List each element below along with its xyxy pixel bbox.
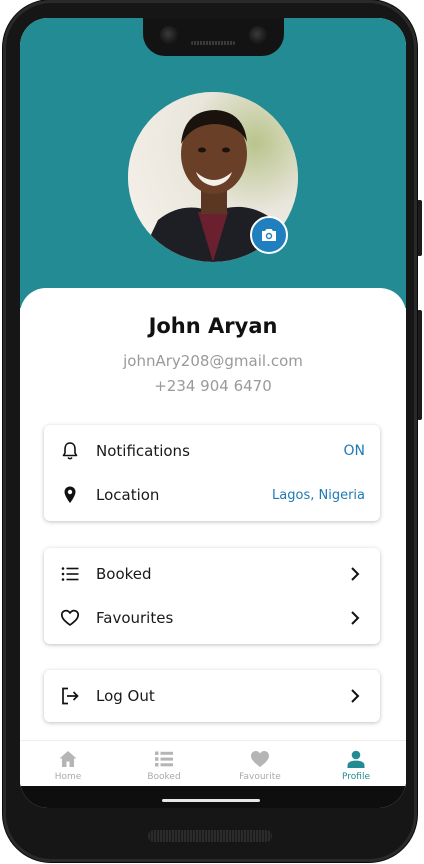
notifications-toggle-value[interactable]: ON	[344, 443, 366, 459]
nav-home[interactable]: Home	[20, 741, 116, 787]
location-row[interactable]: Location Lagos, Nigeria	[44, 473, 380, 517]
list-icon	[155, 751, 173, 767]
favourites-row[interactable]: Favourites	[44, 596, 380, 640]
chevron-right-icon	[351, 611, 360, 625]
nav-profile-label: Profile	[342, 772, 370, 782]
profile-phone: +234 904 6470	[154, 377, 272, 395]
account-card: Log Out	[44, 670, 380, 722]
bottom-speaker-grille	[148, 830, 272, 842]
app-screen: John Aryan johnAry208@gmail.com +234 904…	[20, 18, 406, 808]
power-button	[417, 200, 422, 256]
nav-booked-label: Booked	[147, 772, 181, 782]
bottom-navigation-bar: Home Booked Favourite Profile	[20, 740, 406, 787]
chevron-right-icon	[351, 689, 360, 703]
camera-notch	[143, 18, 284, 56]
nav-favourite[interactable]: Favourite	[212, 741, 308, 787]
person-icon	[347, 750, 365, 768]
front-sensor-icon	[249, 26, 267, 44]
avatar-container	[128, 92, 298, 262]
nav-home-label: Home	[54, 772, 82, 782]
nav-booked[interactable]: Booked	[116, 741, 212, 787]
settings-card: Notifications ON Location Lagos, Nigeria	[44, 425, 380, 521]
nav-profile[interactable]: Profile	[308, 741, 404, 787]
notifications-row[interactable]: Notifications ON	[44, 429, 380, 473]
front-camera-icon	[160, 26, 178, 44]
list-icon	[61, 567, 79, 581]
heart-icon	[251, 751, 269, 767]
profile-email: johnAry208@gmail.com	[123, 352, 303, 370]
favourites-label: Favourites	[96, 609, 174, 627]
change-photo-button[interactable]	[250, 216, 288, 254]
location-value[interactable]: Lagos, Nigeria	[272, 488, 365, 503]
nav-favourite-label: Favourite	[239, 772, 281, 782]
earpiece-speaker	[191, 41, 235, 45]
home-indicator[interactable]	[162, 799, 260, 802]
location-label: Location	[96, 486, 160, 504]
system-navigation-bar	[20, 786, 406, 808]
volume-button	[417, 310, 422, 420]
phone-frame: John Aryan johnAry208@gmail.com +234 904…	[3, 0, 417, 862]
profile-name: John Aryan	[148, 314, 278, 338]
location-pin-icon	[64, 486, 76, 503]
chevron-right-icon	[351, 567, 360, 581]
logout-icon	[62, 687, 79, 705]
booked-row[interactable]: Booked	[44, 552, 380, 596]
logout-label: Log Out	[96, 687, 155, 705]
bell-icon	[62, 442, 78, 460]
lists-card: Booked Favourites	[44, 548, 380, 644]
camera-icon	[262, 229, 276, 241]
booked-label: Booked	[96, 565, 152, 583]
notifications-label: Notifications	[96, 442, 190, 460]
logout-row[interactable]: Log Out	[44, 674, 380, 718]
home-icon	[59, 751, 77, 767]
heart-outline-icon	[60, 609, 80, 626]
